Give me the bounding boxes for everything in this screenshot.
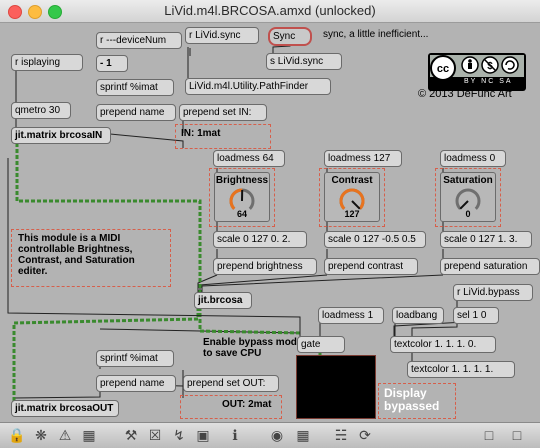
- r-livid-sync-object[interactable]: r LiVid.sync: [185, 27, 259, 44]
- left-panel-icon[interactable]: □: [480, 426, 498, 444]
- out-label-message: OUT: 2mat: [222, 399, 271, 410]
- snap-icon[interactable]: ⟳: [356, 426, 374, 444]
- module-comment: This module is a MIDI controllable Brigh…: [18, 233, 164, 277]
- sync-comment: sync, a little inefficient...: [323, 29, 428, 40]
- r-devicenum-object[interactable]: r ---deviceNum: [96, 32, 182, 49]
- title-bar: LiVid.m4l.BRCOSA.amxd (unlocked): [0, 0, 540, 23]
- contrast-dial[interactable]: Contrast 127: [324, 172, 380, 222]
- new-object-icon[interactable]: ▣: [194, 426, 212, 444]
- brightness-value: 64: [215, 209, 269, 219]
- prepend-set-in-object[interactable]: prepend set IN:: [179, 104, 267, 121]
- display-bypassed-label: Display bypassed: [384, 387, 454, 413]
- loadbang-object[interactable]: loadbang: [392, 307, 444, 324]
- loadmess-1-object[interactable]: loadmess 1: [318, 307, 384, 324]
- info-icon[interactable]: ℹ: [226, 426, 244, 444]
- r-isplaying-object[interactable]: r isplaying: [11, 54, 83, 71]
- textcolor-2-object[interactable]: textcolor 1. 1. 1. 1.: [407, 361, 515, 378]
- patcher-toolbar: 🔒 ❋ ⚠ ▦ ⚒ ☒ ↯ ▣ ℹ ◉ ▦ ☵ ⟳ □ □: [0, 422, 540, 448]
- warning-icon[interactable]: ⚠: [56, 426, 74, 444]
- gate-object[interactable]: gate: [297, 336, 345, 353]
- sel-1-0-object[interactable]: sel 1 0: [453, 307, 499, 324]
- svg-text:cc: cc: [437, 63, 449, 75]
- close-box-icon[interactable]: ☒: [146, 426, 164, 444]
- grid-icon[interactable]: ▦: [80, 426, 98, 444]
- hierarchy-icon[interactable]: ☵: [332, 426, 350, 444]
- sync-message[interactable]: Sync: [268, 27, 312, 46]
- qmetro-object[interactable]: qmetro 30: [11, 102, 71, 119]
- r-livid-bypass-object[interactable]: r LiVid.bypass: [453, 284, 533, 301]
- contrast-value: 127: [325, 209, 379, 219]
- copyright-label: © 2013 DeFunc Art: [418, 88, 512, 100]
- textcolor-1-object[interactable]: textcolor 1. 1. 1. 0.: [390, 336, 496, 353]
- bypass-comment: Enable bypass mode to save CPU: [203, 337, 303, 359]
- sprintf-bottom-object[interactable]: sprintf %imat: [96, 350, 174, 367]
- prepend-name-top-object[interactable]: prepend name: [96, 104, 176, 121]
- debug-icon[interactable]: ▦: [294, 426, 312, 444]
- minus-one-object[interactable]: - 1: [96, 55, 128, 72]
- pathfinder-object[interactable]: LiVid.m4l.Utility.PathFinder: [185, 78, 331, 95]
- saturation-needle: [460, 201, 468, 209]
- brightness-dial[interactable]: Brightness 64: [214, 172, 270, 222]
- cc-by-nc-sa-icon: cc $: [428, 53, 526, 91]
- contrast-needle: [352, 201, 360, 209]
- s-livid-sync-object[interactable]: s LiVid.sync: [266, 53, 342, 70]
- in-label-message: IN: 1mat: [181, 128, 220, 139]
- scale-contrast-object[interactable]: scale 0 127 -0.5 0.5: [324, 231, 426, 248]
- sprintf-top-object[interactable]: sprintf %imat: [96, 79, 174, 96]
- lock-icon[interactable]: 🔒: [8, 426, 26, 444]
- right-panel-icon[interactable]: □: [508, 426, 526, 444]
- patch-cord-icon[interactable]: ↯: [170, 426, 188, 444]
- saturation-dial[interactable]: Saturation 0: [440, 172, 496, 222]
- prepend-brightness-object[interactable]: prepend brightness: [213, 258, 317, 275]
- tools-icon[interactable]: ⚒: [122, 426, 140, 444]
- prepend-name-bottom-object[interactable]: prepend name: [96, 375, 176, 392]
- loadmess-64-object[interactable]: loadmess 64: [213, 150, 285, 167]
- license-text: BY NC SA: [464, 78, 513, 85]
- patcher-canvas[interactable]: r ---deviceNum - 1 r isplaying sprintf %…: [0, 23, 540, 422]
- prepend-set-out-object[interactable]: prepend set OUT:: [183, 375, 279, 392]
- scale-brightness-object[interactable]: scale 0 127 0. 2.: [213, 231, 307, 248]
- loadmess-127-object[interactable]: loadmess 127: [324, 150, 402, 167]
- presentation-icon[interactable]: ❋: [32, 426, 50, 444]
- inspector-icon[interactable]: ◉: [268, 426, 286, 444]
- max-patcher-window: LiVid.m4l.BRCOSA.amxd (unlocked): [0, 0, 540, 447]
- saturation-value: 0: [441, 209, 495, 219]
- jit-matrix-in-object[interactable]: jit.matrix brcosaIN: [11, 127, 111, 144]
- jit-brcosa-object[interactable]: jit.brcosa: [194, 292, 252, 309]
- jit-matrix-out-object[interactable]: jit.matrix brcosaOUT: [11, 400, 119, 417]
- prepend-contrast-object[interactable]: prepend contrast: [324, 258, 418, 275]
- scale-saturation-object[interactable]: scale 0 127 1. 3.: [440, 231, 532, 248]
- creative-commons-badge: cc $ BY NC SA: [428, 53, 526, 91]
- window-title: LiVid.m4l.BRCOSA.amxd (unlocked): [0, 3, 540, 18]
- prepend-saturation-object[interactable]: prepend saturation: [440, 258, 540, 275]
- jit-pwindow-display[interactable]: [296, 355, 376, 419]
- loadmess-0-object[interactable]: loadmess 0: [440, 150, 506, 167]
